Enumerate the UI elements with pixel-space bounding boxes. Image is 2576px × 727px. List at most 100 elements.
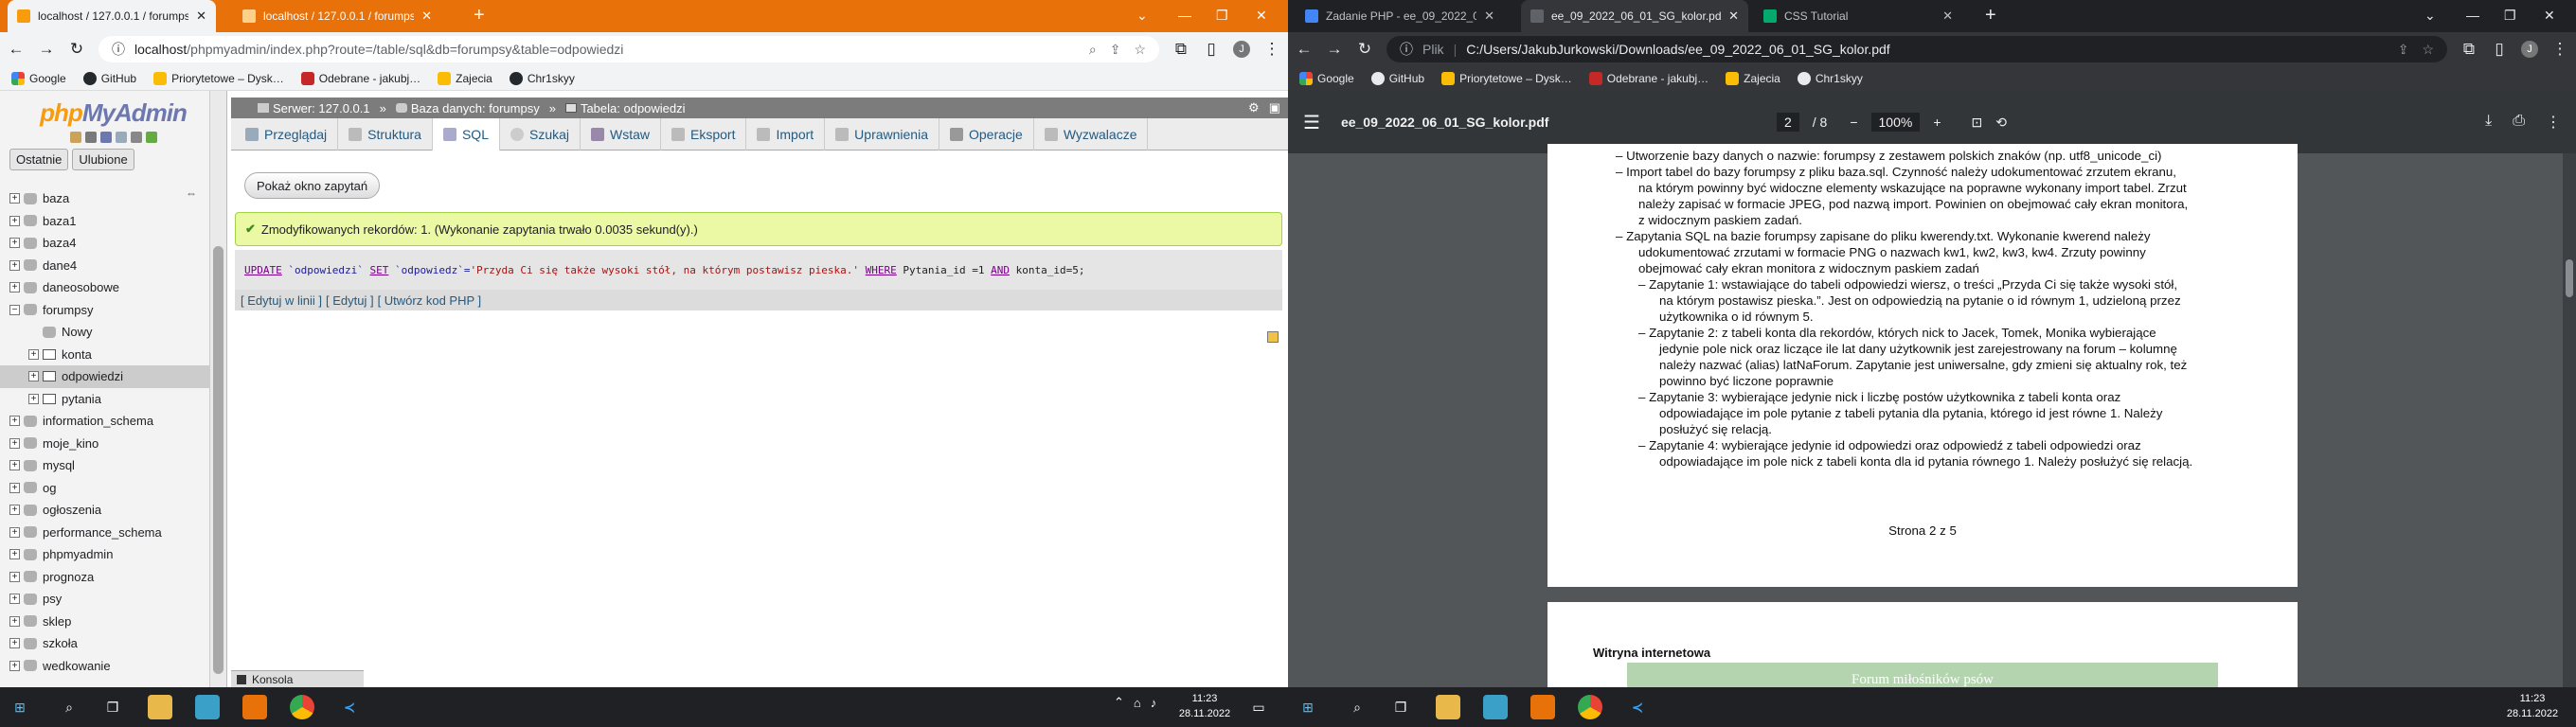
more-icon[interactable]: ⋮ <box>2546 113 2561 132</box>
minimize-icon[interactable]: — <box>2466 8 2479 23</box>
tree-item[interactable]: + daneosobowe <box>0 276 209 299</box>
docs-icon[interactable] <box>115 132 127 143</box>
store-icon[interactable] <box>195 695 220 719</box>
bookmark-star-icon[interactable]: ☆ <box>2422 42 2434 58</box>
console-bar[interactable]: Konsola <box>231 670 364 687</box>
tree-item[interactable]: + pytania <box>0 388 209 411</box>
volume-icon[interactable]: ♪ <box>1151 696 1157 710</box>
new-tab-icon[interactable]: + <box>474 6 485 25</box>
bookmark-chr1skyy[interactable]: Chr1skyy <box>1797 72 1863 85</box>
bookmark-github[interactable]: GitHub <box>82 71 136 85</box>
expand-icon[interactable]: + <box>28 348 39 360</box>
tree-item[interactable]: + baza4 <box>0 232 209 255</box>
expand-icon[interactable]: + <box>9 549 20 560</box>
search-icon[interactable]: ⌕ <box>1345 695 1369 719</box>
bookmark-zajecia[interactable]: Zajecia <box>438 71 492 85</box>
bookmark-google[interactable]: Google <box>11 71 66 85</box>
expand-icon[interactable]: + <box>9 193 20 204</box>
zoom-in-icon[interactable]: + <box>1933 115 1941 130</box>
expand-icon[interactable]: + <box>28 371 39 382</box>
sidepanel-icon[interactable]: ▯ <box>2491 40 2508 59</box>
bookmark-google[interactable]: Google <box>1299 72 1354 85</box>
tree-item[interactable]: + konta <box>0 344 209 366</box>
sql-keyword[interactable]: WHERE <box>866 264 897 276</box>
left-tab-2[interactable]: localhost / 127.0.0.1 / forumpsy ✕ <box>233 0 441 32</box>
bookmark-gmail[interactable]: Odebrane - jakubj… <box>300 71 420 85</box>
bookmark-drive[interactable]: Priorytetowe – Dysk… <box>153 71 284 85</box>
expand-icon[interactable]: + <box>9 526 20 538</box>
bookmark-zajecia[interactable]: Zajecia <box>1726 72 1780 85</box>
nav-scrollbar-thumb[interactable] <box>213 246 224 674</box>
tree-item[interactable]: + information_schema <box>0 410 209 433</box>
tree-item[interactable]: − forumpsy <box>0 299 209 322</box>
menu-kebab-icon[interactable]: ⋮ <box>2551 40 2568 59</box>
pdf-scrollbar-thumb[interactable] <box>2566 259 2573 297</box>
zoom-icon[interactable]: ⌕ <box>1089 42 1097 58</box>
close-tab-icon[interactable]: ✕ <box>1942 9 1953 24</box>
store-icon[interactable] <box>1483 695 1508 719</box>
menu-kebab-icon[interactable]: ⋮ <box>1263 40 1280 59</box>
sidepanel-icon[interactable]: ▯ <box>1203 40 1220 59</box>
search-icon[interactable]: ⌕ <box>57 695 81 719</box>
download-icon[interactable]: ⤓ <box>2485 113 2492 132</box>
expand-icon[interactable]: + <box>9 594 20 605</box>
reload-nav-icon[interactable] <box>145 132 157 143</box>
back-icon[interactable]: ← <box>1296 40 1313 59</box>
restore-icon[interactable]: ❐ <box>2504 8 2516 24</box>
expand-icon[interactable]: + <box>9 215 20 226</box>
tab-search-icon[interactable]: ⌄ <box>1136 8 1148 24</box>
close-tab-icon[interactable]: ✕ <box>421 9 432 24</box>
close-window-icon[interactable]: ✕ <box>1256 8 1267 24</box>
tray-chevron-icon[interactable]: ⌃ <box>1114 695 1124 710</box>
right-tab-1[interactable]: Zadanie PHP - ee_09_2022_06_0 ✕ <box>1296 0 1504 32</box>
tree-item[interactable]: +Nowy <box>0 321 209 344</box>
taskbar-clock-2[interactable]: 11:23 28.11.2022 <box>2495 691 2570 721</box>
menu-import[interactable]: Import <box>746 117 826 151</box>
close-window-icon[interactable]: ✕ <box>2544 8 2555 24</box>
right-tab-3[interactable]: CSS Tutorial ✕ <box>1754 0 1962 32</box>
bookmark-chr1skyy[interactable]: Chr1skyy <box>509 71 575 85</box>
profile-avatar[interactable]: J <box>1233 41 1250 58</box>
breadcrumb-database[interactable]: Baza danych: forumpsy <box>395 101 540 115</box>
extensions-icon[interactable]: ⧉ <box>2460 40 2478 59</box>
menu-insert[interactable]: Wstaw <box>581 117 662 151</box>
menu-search[interactable]: Szukaj <box>500 117 581 151</box>
collapse-top-icon[interactable]: ▣ <box>1269 100 1280 115</box>
file-explorer-icon[interactable] <box>148 695 172 719</box>
address-bar[interactable]: ⓘ localhost/phpmyadmin/index.php?route=/… <box>98 36 1159 62</box>
share-icon[interactable]: ⇪ <box>2398 42 2409 58</box>
pdf-scrollbar[interactable] <box>2563 153 2576 687</box>
reload-icon[interactable]: ↻ <box>68 40 85 59</box>
print-icon[interactable]: ⎙ <box>2513 113 2525 132</box>
tab-search-icon[interactable]: ⌄ <box>2424 8 2436 24</box>
expand-icon[interactable]: + <box>9 571 20 582</box>
page-number-input[interactable]: 2 <box>1776 113 1799 132</box>
edit-link[interactable]: [ Edytuj ] <box>326 293 374 308</box>
menu-operations[interactable]: Operacje <box>939 117 1034 151</box>
expand-icon[interactable]: + <box>9 282 20 293</box>
tree-item[interactable]: + dane4 <box>0 255 209 277</box>
tree-item[interactable]: + prognoza <box>0 566 209 589</box>
left-tab-1[interactable]: localhost / 127.0.0.1 / forumpsy / ✕ <box>8 0 216 32</box>
notifications-icon[interactable]: ▭ <box>1246 695 1271 719</box>
start-icon[interactable]: ⊞ <box>1296 695 1320 719</box>
tree-item[interactable]: + baza <box>0 187 209 210</box>
expand-icon[interactable]: + <box>9 259 20 271</box>
expand-icon[interactable]: + <box>9 505 20 516</box>
right-tab-2[interactable]: ee_09_2022_06_01_SG_kolor.pdf ✕ <box>1521 0 1748 32</box>
xampp-icon[interactable] <box>1530 695 1555 719</box>
taskbar-clock[interactable]: 11:23 28.11.2022 <box>1167 691 1243 721</box>
menu-export[interactable]: Eksport <box>661 117 747 151</box>
tree-item[interactable]: + odpowiedzi <box>0 365 209 388</box>
task-view-icon[interactable]: ❐ <box>1388 695 1413 719</box>
close-tab-icon[interactable]: ✕ <box>1728 9 1739 24</box>
expand-icon[interactable]: + <box>28 393 39 404</box>
close-tab-icon[interactable]: ✕ <box>196 9 206 24</box>
menu-structure[interactable]: Struktura <box>338 117 433 151</box>
breadcrumb-table[interactable]: Tabela: odpowiedzi <box>564 101 686 115</box>
reload-icon[interactable]: ↻ <box>1356 40 1373 59</box>
minimize-icon[interactable]: — <box>1178 8 1191 23</box>
bookmark-gmail[interactable]: Odebrane - jakubj… <box>1588 72 1708 85</box>
rotate-icon[interactable]: ⟲ <box>1995 115 2007 131</box>
help-icon[interactable] <box>99 132 112 143</box>
